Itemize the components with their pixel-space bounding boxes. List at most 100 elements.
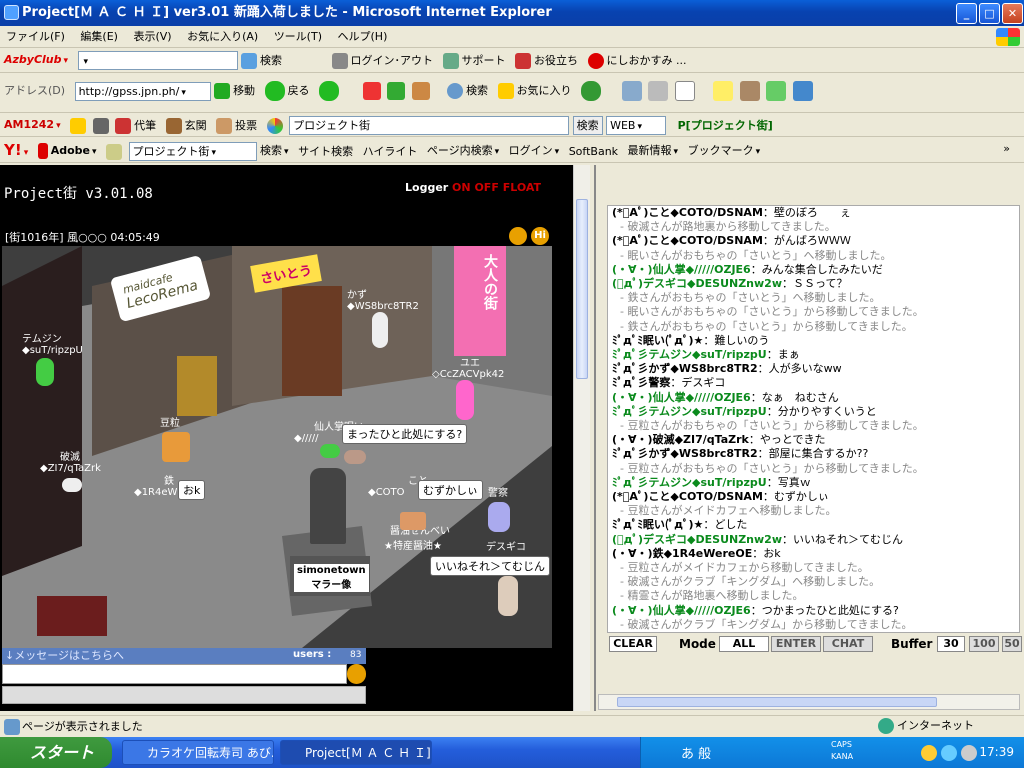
char-senninsho-avatar[interactable] xyxy=(320,444,340,458)
char-nemui-avatar[interactable] xyxy=(344,450,366,464)
azby-support[interactable]: サポート xyxy=(442,51,506,71)
menu-file[interactable]: ファイル(F) xyxy=(6,30,65,43)
menu-tools[interactable]: ツール(T) xyxy=(274,30,322,43)
chat-speaker: (・∀・)仙人掌◆/////OZJE6 xyxy=(612,390,751,404)
menu-edit[interactable]: 編集(E) xyxy=(80,30,118,43)
menu-view[interactable]: 表示(V) xyxy=(133,30,171,43)
yahoo-search-button[interactable]: 検索 xyxy=(260,141,289,162)
chat-system-line: - 眠いさんがおもちゃの「さいとう」へ移動しました。 xyxy=(620,248,892,262)
refresh-icon[interactable] xyxy=(387,82,406,100)
alert-icon[interactable] xyxy=(70,117,87,134)
yahoo-search-input[interactable]: プロジェクト街 xyxy=(128,142,257,161)
caps-indicator: CAPS xyxy=(831,740,852,749)
azby-search-button[interactable]: 検索 xyxy=(241,51,282,71)
mode-enter-button[interactable]: ENTER xyxy=(771,636,821,652)
tray-icon[interactable] xyxy=(941,745,957,761)
char-desugiko-avatar[interactable] xyxy=(498,576,518,616)
pen-icon[interactable] xyxy=(106,143,123,160)
logger-on[interactable]: ON xyxy=(452,181,471,194)
message-input-secondary[interactable] xyxy=(2,686,366,704)
buffer-100-button[interactable]: 100 xyxy=(969,636,999,652)
clear-button[interactable]: CLEAR xyxy=(609,636,657,652)
yahoo-news[interactable]: 最新情報 xyxy=(628,141,679,162)
bubble-desugiko: いいねそれ＞てむじん xyxy=(430,556,550,576)
send-icon[interactable] xyxy=(347,664,366,684)
am-link[interactable]: P[プロジェクト街] xyxy=(678,116,773,136)
yahoo-softbank[interactable]: SoftBank xyxy=(569,142,618,162)
yahoo-site-search[interactable]: サイト検索 xyxy=(298,142,353,162)
edit-icon[interactable] xyxy=(674,81,695,101)
close-button[interactable]: ✕ xyxy=(1002,3,1023,24)
char-kazu-avatar[interactable] xyxy=(372,312,388,348)
char-yue-avatar[interactable] xyxy=(456,380,474,420)
azby-login[interactable]: ログイン･アウト xyxy=(331,51,433,71)
yahoo-bookmark[interactable]: ブックマーク xyxy=(688,141,761,162)
home-icon[interactable] xyxy=(411,82,430,100)
chat-hscroll-thumb[interactable] xyxy=(617,697,937,707)
am-daigaku[interactable]: 代筆 xyxy=(115,116,156,136)
azby-brand[interactable]: AzbyClub xyxy=(4,50,68,71)
yahoo-highlight[interactable]: ハイライト xyxy=(363,142,418,162)
am-vote[interactable]: 投票 xyxy=(216,116,257,136)
hi-icon[interactable]: Hi xyxy=(531,227,549,245)
history-icon[interactable] xyxy=(581,81,602,101)
forward-arrow-icon[interactable] xyxy=(319,81,340,101)
game-scroll-thumb[interactable] xyxy=(576,199,588,379)
monitor-icon[interactable] xyxy=(92,117,109,134)
address-input[interactable]: http://gpss.jpn.ph/ xyxy=(74,81,211,101)
colorwheel-icon[interactable] xyxy=(266,117,283,134)
task-project[interactable]: Project[Ｍ Ａ Ｃ Ｈ Ｉ] v... xyxy=(280,740,432,765)
am-search-button[interactable]: 検索 xyxy=(572,116,603,135)
char-temujin-avatar[interactable] xyxy=(36,358,54,386)
stop-icon[interactable] xyxy=(362,82,381,100)
go-button[interactable]: 移動 xyxy=(214,81,255,101)
ime-mode[interactable]: あ 般 xyxy=(681,743,711,762)
azby-search-input[interactable] xyxy=(77,51,238,70)
char-mametsubu-avatar[interactable] xyxy=(162,432,190,462)
tools-icon[interactable] xyxy=(766,81,787,101)
buffer-30-button[interactable]: 30 xyxy=(937,636,965,652)
adobe-menu[interactable]: Adobe xyxy=(37,141,97,162)
minimize-button[interactable]: _ xyxy=(956,3,977,24)
start-button[interactable]: スタート xyxy=(0,737,112,768)
game-scene[interactable]: maidcafe LecoRema さいとう 大人の街 simonetown マ… xyxy=(2,246,552,648)
char-shoyu-avatar[interactable] xyxy=(400,512,426,530)
azby-nishi[interactable]: にしおかすみ ... xyxy=(587,51,687,71)
yahoo-page-search[interactable]: ページ内検索 xyxy=(427,141,499,162)
print-icon[interactable] xyxy=(648,81,669,101)
menu-favorites[interactable]: お気に入り(A) xyxy=(187,30,258,43)
favorites-button[interactable]: お気に入り xyxy=(497,81,572,101)
am-web-select[interactable]: WEB xyxy=(606,116,667,135)
mode-all-button[interactable]: ALL xyxy=(719,636,769,652)
address-label: アドレス(D) xyxy=(4,84,66,97)
messenger-icon[interactable] xyxy=(792,81,813,101)
mode-chat-button[interactable]: CHAT xyxy=(823,636,873,652)
task-karaoke[interactable]: カラオケ回転寿司 あび... xyxy=(122,740,274,765)
volume-icon[interactable] xyxy=(961,745,977,761)
message-input[interactable] xyxy=(2,664,347,684)
logger-float[interactable]: FLOAT xyxy=(503,181,541,194)
maximize-button[interactable]: □ xyxy=(979,3,1000,24)
logger-off[interactable]: OFF xyxy=(474,181,498,194)
menu-help[interactable]: ヘルプ(H) xyxy=(338,30,388,43)
back-button[interactable]: 戻る xyxy=(264,81,310,101)
azby-useful[interactable]: お役立ち xyxy=(515,51,578,71)
note-icon[interactable] xyxy=(713,81,734,101)
yahoo-logo[interactable]: Y! xyxy=(4,140,28,162)
game-scrollbar[interactable] xyxy=(573,165,590,711)
yahoo-toolbar: Y! Adobe プロジェクト街 検索 サイト検索 ハイライト ページ内検索 ロ… xyxy=(0,137,1024,163)
mute-icon[interactable] xyxy=(509,227,527,245)
char-keisatsu-avatar[interactable] xyxy=(488,502,510,532)
am-search-input[interactable]: プロジェクト街 xyxy=(289,116,570,135)
nav-search-button[interactable]: 検索 xyxy=(447,81,488,101)
am-brand[interactable]: AM1242 xyxy=(4,115,61,136)
am-genkan[interactable]: 玄関 xyxy=(165,116,207,136)
mail-icon[interactable] xyxy=(621,81,642,101)
toolbar-overflow-icon[interactable]: » xyxy=(1003,139,1010,159)
tray-icon[interactable] xyxy=(921,745,937,761)
yahoo-login[interactable]: ログイン xyxy=(509,141,560,162)
research-icon[interactable] xyxy=(739,81,760,101)
char-hametsu-avatar[interactable] xyxy=(62,478,82,492)
buffer-500-button[interactable]: 50 xyxy=(1002,636,1022,652)
chat-hscrollbar[interactable] xyxy=(598,694,1020,710)
